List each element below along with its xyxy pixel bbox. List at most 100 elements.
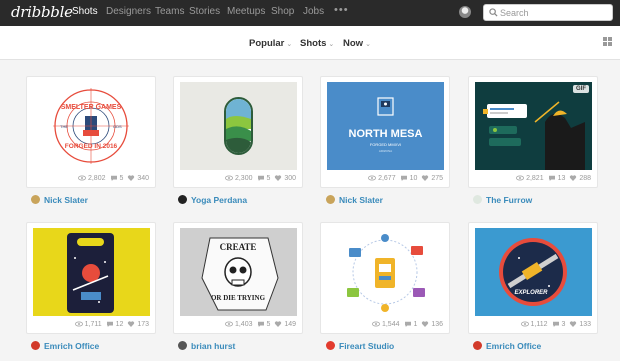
- nav-link-jobs[interactable]: Jobs: [303, 6, 324, 17]
- shot-stats: 1,711 12 173: [74, 321, 149, 328]
- shot-thumbnail[interactable]: GIF: [475, 82, 592, 170]
- icon-orbit-artwork: [347, 234, 425, 312]
- author-avatar[interactable]: [326, 195, 335, 204]
- author-name-link[interactable]: brian hurst: [191, 341, 235, 351]
- art-title-1: SMELTER GAMES: [61, 104, 122, 111]
- shot-thumbnail[interactable]: [327, 228, 444, 316]
- comments-count: 5: [257, 175, 270, 182]
- nav-link-shots[interactable]: Shots: [72, 6, 98, 17]
- shot-stats: 2,300 5 300: [225, 175, 296, 182]
- comment-icon: [404, 321, 411, 328]
- eye-icon: [78, 175, 87, 181]
- time-filter-dropdown[interactable]: Now ⌄: [343, 38, 371, 49]
- comments-count: 3: [552, 321, 565, 328]
- search-icon: [489, 8, 498, 17]
- heart-icon: [275, 175, 282, 182]
- author-avatar[interactable]: [178, 341, 187, 350]
- author-name-link[interactable]: Emrich Office: [486, 341, 541, 351]
- shot-card[interactable]: 2,300 5 300: [173, 76, 303, 188]
- time-filter-label: Now: [343, 38, 364, 49]
- shot-card[interactable]: 1,544 1 136: [320, 222, 450, 334]
- views-count: 2,802: [78, 175, 106, 182]
- sort-filter-dropdown[interactable]: Popular ⌄: [249, 38, 292, 49]
- comments-count: 1: [404, 321, 417, 328]
- nav-link-stories[interactable]: Stories: [189, 6, 220, 17]
- likes-count[interactable]: 149: [274, 321, 296, 328]
- likes-count[interactable]: 133: [569, 321, 591, 328]
- shot-stats: 2,677 10 275: [368, 175, 443, 182]
- heart-icon: [422, 175, 429, 182]
- eye-icon: [225, 321, 234, 327]
- eye-icon: [74, 321, 83, 327]
- author-avatar[interactable]: [473, 341, 482, 350]
- shot-thumbnail[interactable]: [180, 82, 297, 170]
- shot-thumbnail[interactable]: SMELTER GAMES FORGED IN 2016 THE GDS: [33, 82, 150, 170]
- shot-card[interactable]: SMELTER GAMES FORGED IN 2016 THE GDS 2,8…: [26, 76, 156, 188]
- author-name-link[interactable]: The Furrow: [486, 195, 532, 205]
- skull-sticker-artwork: CREATE OR DIE TRYING: [180, 228, 297, 316]
- sort-filter-label: Popular: [249, 38, 285, 49]
- search-input[interactable]: [500, 6, 610, 19]
- nav-link-designers[interactable]: Designers: [106, 6, 151, 17]
- author-avatar[interactable]: [473, 195, 482, 204]
- shot-card[interactable]: 1,711 12 173: [26, 222, 156, 334]
- author-avatar[interactable]: [31, 341, 40, 350]
- heart-icon: [570, 175, 577, 182]
- yoga-landscape-artwork: [224, 97, 253, 155]
- nav-link-teams[interactable]: Teams: [155, 6, 184, 17]
- comments-count: 5: [110, 175, 123, 182]
- likes-count[interactable]: 340: [127, 175, 149, 182]
- views-count: 1,544: [372, 321, 400, 328]
- chevron-down-icon: ⌄: [365, 41, 371, 48]
- shot-card[interactable]: CREATE OR DIE TRYING 1,403 5 149: [173, 222, 303, 334]
- author-avatar[interactable]: [31, 195, 40, 204]
- art-sub: FORGED MMXVI: [370, 142, 401, 147]
- likes-count[interactable]: 300: [274, 175, 296, 182]
- views-count: 2,821: [516, 175, 544, 182]
- shot-card[interactable]: NORTH MESA FORGED MMXVI ARIZONA 2,677 10…: [320, 76, 450, 188]
- chevron-down-icon: ⌄: [286, 41, 293, 48]
- comment-icon: [552, 321, 559, 328]
- author-name-link[interactable]: Fireart Studio: [339, 341, 394, 351]
- art-right-text: GDS: [113, 124, 122, 129]
- views-count: 1,711: [74, 321, 102, 328]
- shot-thumbnail[interactable]: EXPLORER: [475, 228, 592, 316]
- chevron-down-icon: ⌄: [328, 41, 335, 48]
- heart-icon: [128, 175, 135, 182]
- likes-count[interactable]: 136: [421, 321, 443, 328]
- nav-link-shop[interactable]: Shop: [271, 6, 294, 17]
- comments-count: 13: [548, 175, 565, 182]
- smelter-games-artwork: SMELTER GAMES FORGED IN 2016 THE GDS: [53, 88, 129, 164]
- likes-count[interactable]: 275: [421, 175, 443, 182]
- author-name-link[interactable]: Nick Slater: [44, 195, 88, 205]
- shot-card[interactable]: EXPLORER 1,112 3 133: [468, 222, 598, 334]
- author-avatar[interactable]: [326, 341, 335, 350]
- art-title: NORTH MESA: [349, 128, 423, 140]
- comments-count: 12: [106, 321, 123, 328]
- shot-thumbnail[interactable]: CREATE OR DIE TRYING: [180, 228, 297, 316]
- type-filter-dropdown[interactable]: Shots ⌄: [300, 38, 334, 49]
- nav-link-meetups[interactable]: Meetups: [227, 6, 265, 17]
- comment-icon: [548, 175, 555, 182]
- comment-icon: [257, 321, 264, 328]
- dribbble-logo[interactable]: dribbble: [11, 3, 73, 21]
- comment-icon: [106, 321, 113, 328]
- grid-view-icon[interactable]: [603, 37, 612, 46]
- shot-stats: 1,112 3 133: [520, 321, 591, 328]
- shot-thumbnail[interactable]: [33, 228, 150, 316]
- author-name-link[interactable]: Yoga Perdana: [191, 195, 247, 205]
- likes-count[interactable]: 288: [569, 175, 591, 182]
- comments-count: 10: [400, 175, 417, 182]
- shot-card[interactable]: GIF 2,821 13 288: [468, 76, 598, 188]
- author-avatar[interactable]: [178, 195, 187, 204]
- comments-count: 5: [257, 321, 270, 328]
- more-menu-icon[interactable]: •••: [334, 4, 349, 16]
- art-title-2: OR DIE TRYING: [211, 294, 266, 302]
- search-box[interactable]: [483, 4, 613, 21]
- eye-icon: [225, 175, 234, 181]
- likes-count[interactable]: 173: [127, 321, 149, 328]
- shot-thumbnail[interactable]: NORTH MESA FORGED MMXVI ARIZONA: [327, 82, 444, 170]
- author-name-link[interactable]: Emrich Office: [44, 341, 99, 351]
- user-avatar[interactable]: [459, 6, 471, 18]
- author-name-link[interactable]: Nick Slater: [339, 195, 383, 205]
